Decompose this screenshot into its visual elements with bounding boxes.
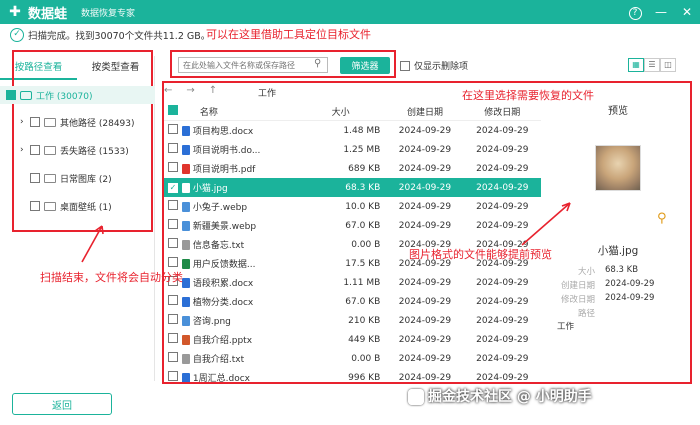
watermark-text: 掘金技术社区 @ 小明助手 (428, 389, 592, 405)
watermark-logo-icon (408, 389, 424, 405)
arrow-classify (81, 225, 103, 263)
watermark: 掘金技术社区 @ 小明助手 (408, 386, 592, 406)
arrow-preview (521, 202, 571, 246)
annotation-arrows (81, 202, 571, 263)
